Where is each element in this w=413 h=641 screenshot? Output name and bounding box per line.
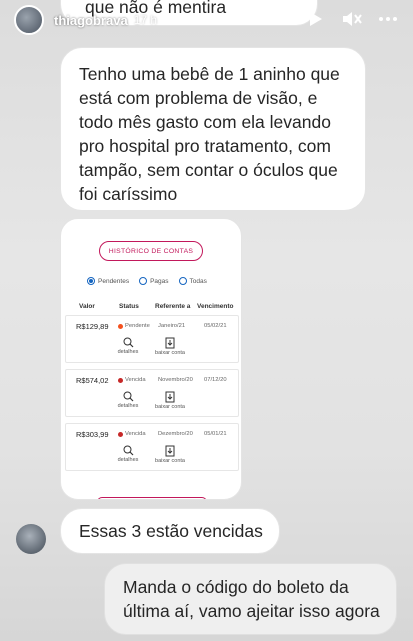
- table-row: R$129,89 Pendente Janeiro/21 05/02/21 de…: [65, 315, 239, 363]
- story-username[interactable]: thiagobrava: [54, 13, 128, 28]
- row-value: R$303,99: [76, 430, 109, 439]
- action-label: detalhes: [117, 403, 139, 409]
- story-time: 17 h: [133, 13, 158, 27]
- more-icon[interactable]: [377, 8, 399, 30]
- history-title-button: HISTÓRICO DE CONTAS: [99, 241, 203, 261]
- download-icon: [165, 391, 175, 403]
- action-label: detalhes: [117, 349, 139, 355]
- row-due-date: 05/01/21: [204, 431, 227, 437]
- details-action: detalhes: [108, 391, 148, 409]
- filter-label: Pagas: [150, 277, 169, 285]
- status-label: Vencida: [125, 377, 146, 383]
- status-dot: [118, 431, 123, 437]
- download-icon: [165, 445, 175, 457]
- row-status: Vencida: [118, 377, 146, 383]
- filter-radios: Pendentes Pagas Todas: [87, 277, 207, 285]
- radio-icon: [178, 277, 187, 285]
- column-header: Referente a: [155, 303, 191, 310]
- message-bubble-mid: Essas 3 estão vencidas: [60, 508, 280, 554]
- filter-todas: Todas: [178, 277, 207, 285]
- play-icon[interactable]: [305, 8, 327, 30]
- download-action: baixar conta: [150, 445, 190, 464]
- row-value: R$574,02: [76, 376, 109, 385]
- download-icon: [165, 337, 175, 349]
- details-action: detalhes: [108, 445, 148, 463]
- status-label: Pendente: [125, 323, 150, 329]
- column-header: Status: [119, 303, 139, 310]
- message-bubble-outgoing: Manda o código do boleto da última aí, v…: [104, 563, 397, 635]
- status-dot: [118, 323, 123, 329]
- message-text: Manda o código do boleto da última aí, v…: [123, 577, 380, 621]
- action-label: detalhes: [117, 457, 139, 463]
- download-action: baixar conta: [150, 337, 190, 356]
- bill-history-screenshot[interactable]: HISTÓRICO DE CONTAS Pendentes Pagas Toda…: [60, 218, 242, 500]
- search-icon: [123, 445, 133, 456]
- sender-avatar[interactable]: [16, 524, 46, 554]
- row-status: Pendente: [118, 323, 150, 329]
- row-value: R$129,89: [76, 322, 109, 331]
- column-header: Vencimento: [197, 303, 234, 310]
- mute-icon[interactable]: [341, 8, 363, 30]
- message-text: Tenho uma bebê de 1 aninho que está com …: [79, 64, 340, 204]
- row-reference: Dezembro/20: [158, 431, 193, 437]
- filter-label: Pendentes: [98, 277, 130, 285]
- row-reference: Janeiro/21: [158, 323, 186, 329]
- column-header: Valor: [79, 303, 95, 310]
- filter-label: Todas: [189, 277, 207, 285]
- action-label: baixar conta: [155, 350, 185, 356]
- row-status: Vencida: [118, 431, 146, 437]
- card-footer-button: [97, 497, 207, 499]
- story-controls: [305, 8, 399, 30]
- radio-icon: [139, 277, 148, 285]
- story-header: thiagobrava 17 h: [0, 0, 413, 40]
- row-reference: Novembro/20: [158, 377, 193, 383]
- action-label: baixar conta: [155, 404, 185, 410]
- message-text: Essas 3 estão vencidas: [79, 521, 263, 541]
- row-due-date: 07/12/20: [204, 377, 227, 383]
- table-row: R$303,99 Vencida Dezembro/20 05/01/21 de…: [65, 423, 239, 471]
- details-action: detalhes: [108, 337, 148, 355]
- filter-pagas: Pagas: [139, 277, 169, 285]
- table-row: R$574,02 Vencida Novembro/20 07/12/20 de…: [65, 369, 239, 417]
- row-due-date: 05/02/21: [204, 323, 227, 329]
- download-action: baixar conta: [150, 391, 190, 410]
- status-dot: [118, 377, 123, 383]
- action-label: baixar conta: [155, 458, 185, 464]
- message-bubble-long: Tenho uma bebê de 1 aninho que está com …: [60, 47, 366, 211]
- search-icon: [123, 391, 133, 402]
- story-avatar[interactable]: [14, 5, 44, 35]
- status-label: Vencida: [125, 431, 146, 437]
- filter-pendentes: Pendentes: [87, 277, 129, 285]
- radio-selected-icon: [87, 277, 95, 285]
- search-icon: [123, 337, 133, 348]
